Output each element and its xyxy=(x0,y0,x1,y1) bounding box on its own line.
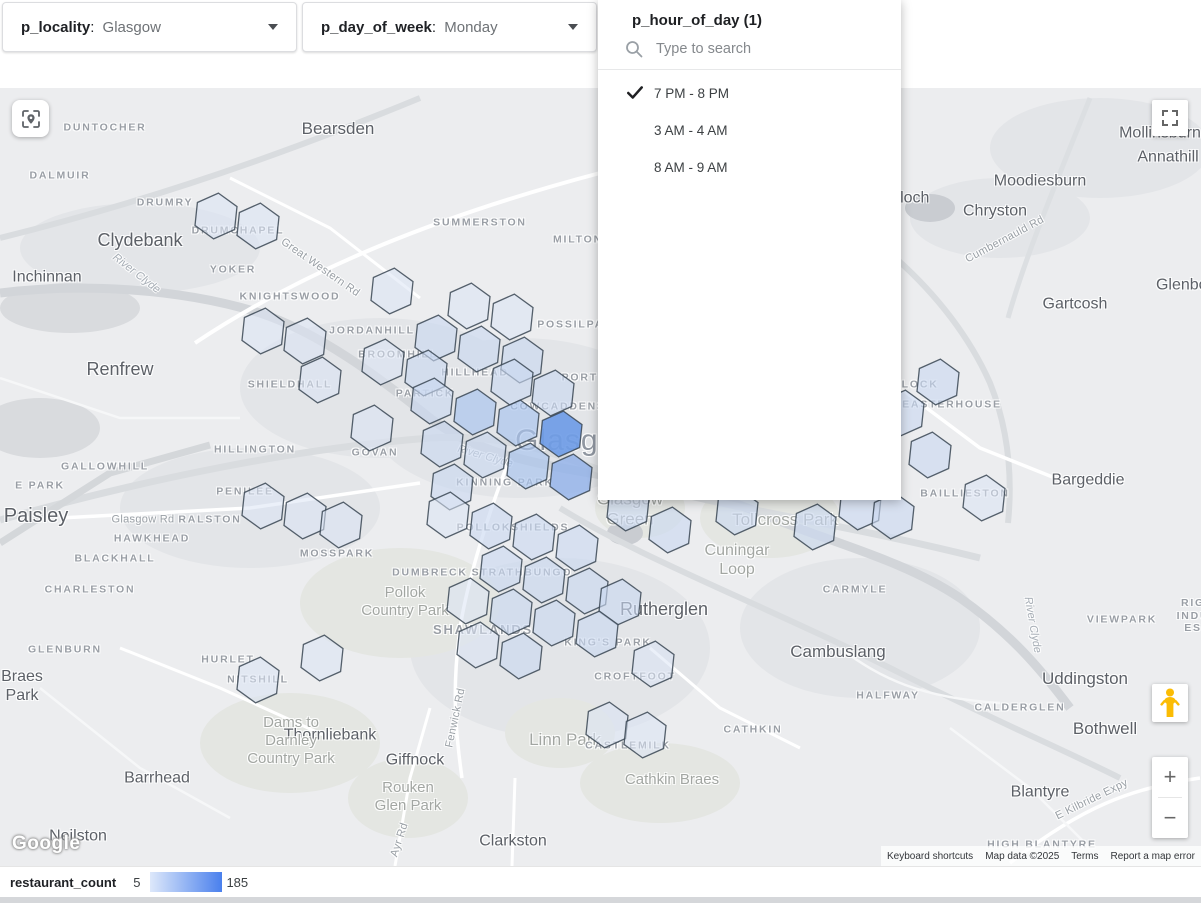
hex-cell[interactable] xyxy=(299,357,341,403)
map-attribution: Keyboard shortcuts Map data ©2025 Terms … xyxy=(881,846,1201,866)
hex-cell[interactable] xyxy=(454,389,496,435)
report-map-error-link[interactable]: Report a map error xyxy=(1105,851,1201,862)
hex-cell[interactable] xyxy=(237,203,279,249)
zoom-out-button[interactable]: − xyxy=(1152,798,1188,838)
dropdown-option-label: 3 AM - 4 AM xyxy=(654,123,728,138)
hex-cell[interactable] xyxy=(195,193,237,239)
google-logo[interactable]: Google xyxy=(12,833,80,855)
filter-day-value: Monday xyxy=(444,19,497,36)
my-location-button[interactable] xyxy=(12,100,49,137)
hex-cell[interactable] xyxy=(963,475,1005,521)
filter-separator: : xyxy=(432,19,440,36)
dropdown-search-row xyxy=(598,39,901,69)
legend-gradient xyxy=(150,872,222,892)
chevron-down-icon xyxy=(268,24,278,30)
dropdown-option[interactable]: 8 AM - 9 AM xyxy=(598,149,901,186)
hex-cell[interactable] xyxy=(624,712,666,758)
hex-cell[interactable] xyxy=(470,503,512,549)
terms-link[interactable]: Terms xyxy=(1065,851,1104,862)
check-placeholder xyxy=(626,158,646,178)
zoom-control: + − xyxy=(1152,757,1188,838)
hex-cell[interactable] xyxy=(540,411,582,457)
check-placeholder xyxy=(626,121,646,141)
hex-cell[interactable] xyxy=(351,405,393,451)
map-data-text: Map data ©2025 xyxy=(979,851,1065,862)
my-location-icon xyxy=(20,108,42,130)
dropdown-option[interactable]: 3 AM - 4 AM xyxy=(598,112,901,149)
fullscreen-icon xyxy=(1161,109,1179,127)
hour-options-list: 7 PM - 8 PM 3 AM - 4 AM 8 AM - 9 AM xyxy=(598,70,901,186)
dropdown-option-label: 7 PM - 8 PM xyxy=(654,86,729,101)
dropdown-option[interactable]: 7 PM - 8 PM xyxy=(598,75,901,112)
legend-min-value: 5 xyxy=(133,875,140,890)
dropdown-title: p_hour_of_day (1) xyxy=(598,0,901,39)
hex-cell[interactable] xyxy=(556,525,598,571)
pegman-icon xyxy=(1160,688,1180,718)
hour-of-day-dropdown-panel: p_hour_of_day (1) 7 PM - 8 PM 3 AM - 4 AM… xyxy=(598,0,901,500)
hex-cell[interactable] xyxy=(513,514,555,560)
filter-locality-label: p_locality xyxy=(21,19,90,36)
hex-cell[interactable] xyxy=(480,546,522,592)
search-icon xyxy=(624,39,644,59)
hex-cell[interactable] xyxy=(421,421,463,467)
hex-cell[interactable] xyxy=(301,635,343,681)
hex-cell[interactable] xyxy=(532,370,574,416)
hex-cell[interactable] xyxy=(497,400,539,446)
legend-bar: restaurant_count 5 185 xyxy=(0,866,1201,897)
keyboard-shortcuts-link[interactable]: Keyboard shortcuts xyxy=(881,851,979,862)
hex-cell[interactable] xyxy=(242,308,284,354)
hex-cell[interactable] xyxy=(909,432,951,478)
hex-cell[interactable] xyxy=(794,504,836,550)
hex-cell[interactable] xyxy=(507,443,549,489)
hex-cell[interactable] xyxy=(457,622,499,668)
legend-field-name: restaurant_count xyxy=(10,875,116,890)
dashboard: DUNTOCHERBearsdenMollinsburnAnnathillDAL… xyxy=(0,0,1201,903)
pegman-button[interactable] xyxy=(1152,684,1188,722)
zoom-in-button[interactable]: + xyxy=(1152,757,1188,797)
search-input[interactable] xyxy=(654,40,858,58)
hex-cell[interactable] xyxy=(362,339,404,385)
legend-max-value: 185 xyxy=(226,875,248,890)
hex-cell[interactable] xyxy=(448,283,490,329)
hex-cell[interactable] xyxy=(586,702,628,748)
hex-cell[interactable] xyxy=(523,557,565,603)
hex-cell[interactable] xyxy=(917,359,959,405)
dropdown-option-label: 8 AM - 9 AM xyxy=(654,160,728,175)
check-icon xyxy=(626,84,646,104)
filter-day-label: p_day_of_week xyxy=(321,19,432,36)
filter-day-of-week[interactable]: p_day_of_week: Monday xyxy=(302,2,597,52)
filter-locality-value: Glasgow xyxy=(103,19,161,36)
hex-cell[interactable] xyxy=(237,657,279,703)
hex-cell[interactable] xyxy=(371,268,413,314)
fullscreen-button[interactable] xyxy=(1152,100,1188,136)
hex-cell[interactable] xyxy=(464,432,506,478)
hex-cell[interactable] xyxy=(242,483,284,529)
hex-cell[interactable] xyxy=(458,326,500,372)
hex-cell[interactable] xyxy=(284,318,326,364)
hex-cell[interactable] xyxy=(550,454,592,500)
hex-cell[interactable] xyxy=(491,294,533,340)
filter-separator: : xyxy=(90,19,98,36)
chevron-down-icon xyxy=(568,24,578,30)
filter-locality[interactable]: p_locality: Glasgow xyxy=(2,2,297,52)
hex-cell[interactable] xyxy=(632,641,674,687)
hex-cell[interactable] xyxy=(649,507,691,553)
horizontal-scrollbar[interactable] xyxy=(0,897,1201,903)
hex-cell[interactable] xyxy=(447,578,489,624)
hex-cell[interactable] xyxy=(533,600,575,646)
hex-cell[interactable] xyxy=(500,633,542,679)
hex-cell[interactable] xyxy=(490,589,532,635)
